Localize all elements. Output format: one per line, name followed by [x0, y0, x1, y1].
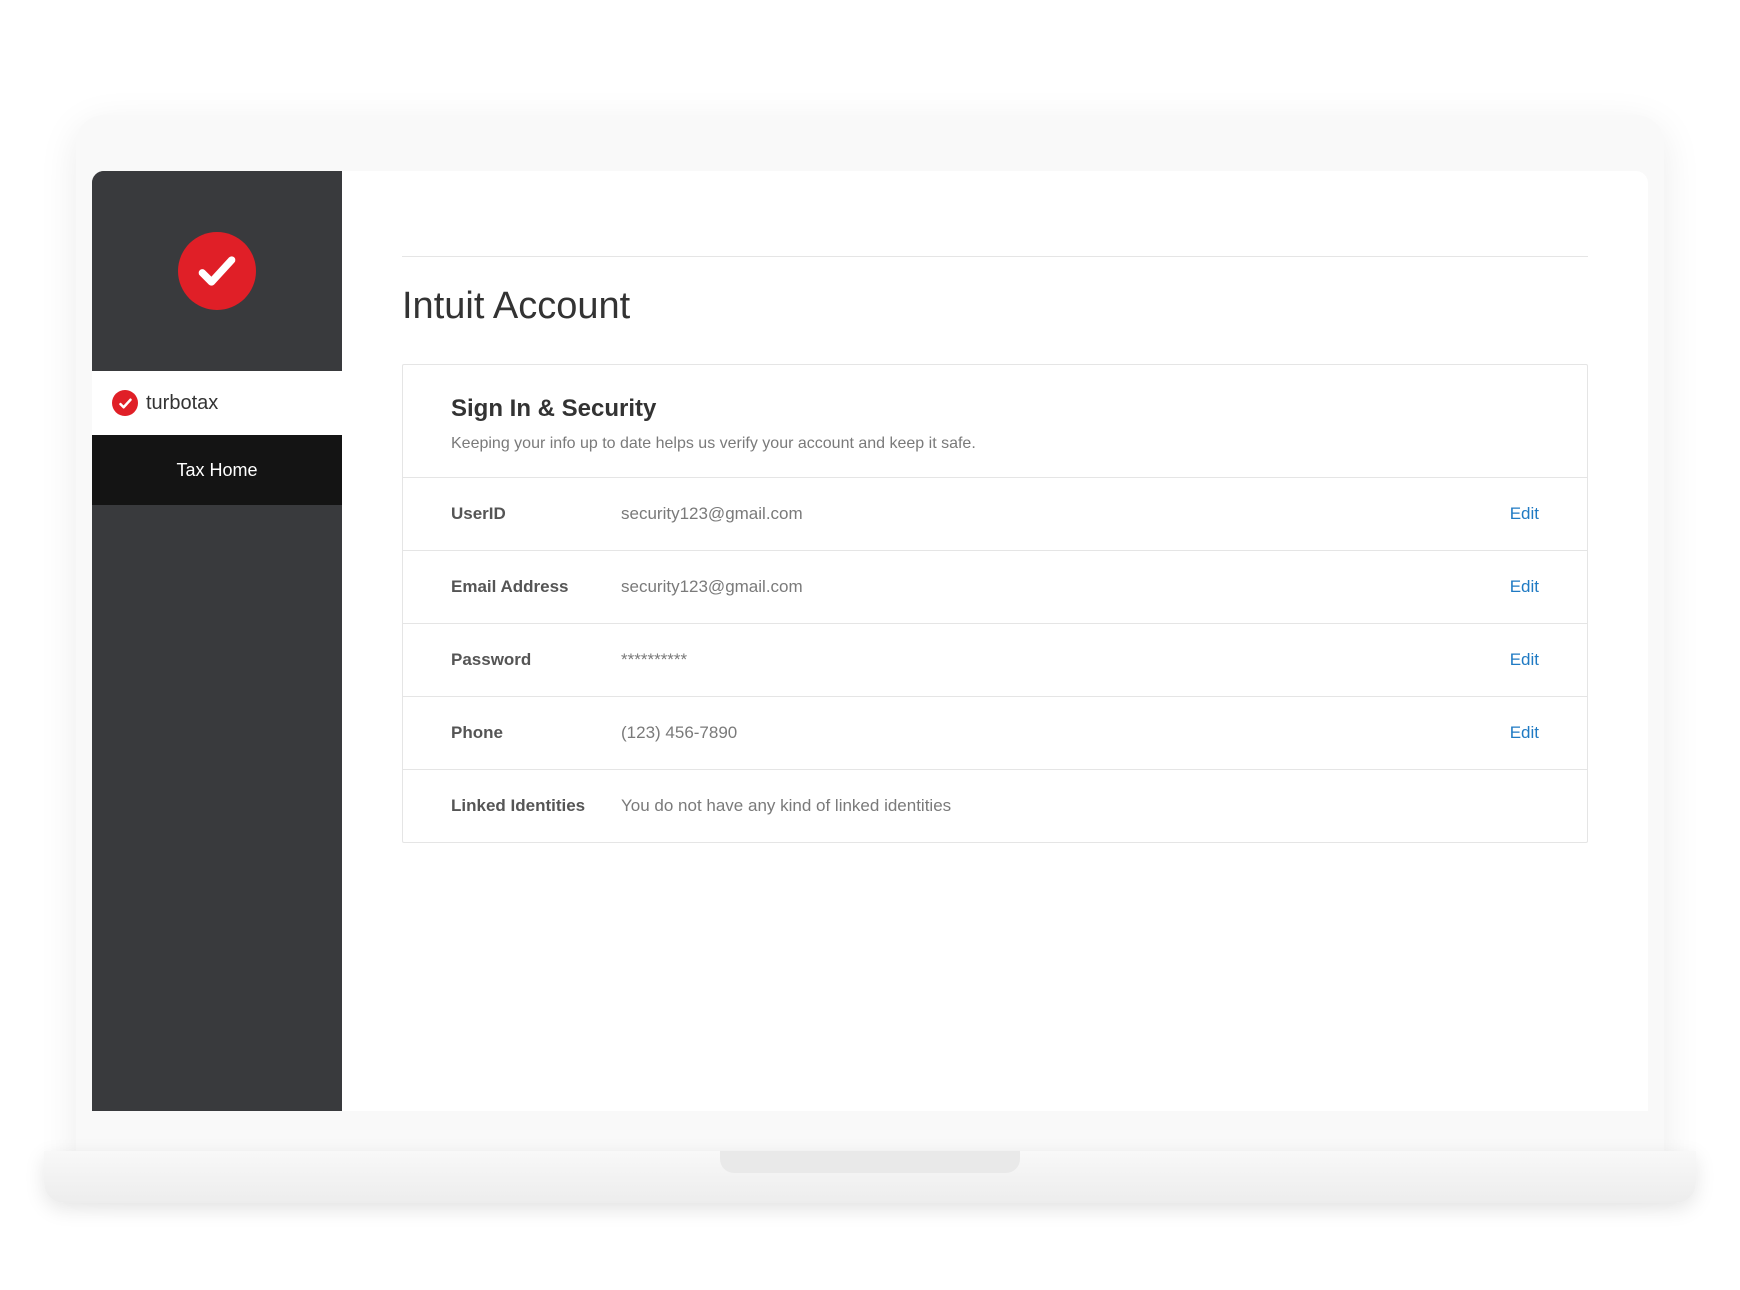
brand-row[interactable]: turbotax — [92, 371, 342, 435]
card-header: Sign In & Security Keeping your info up … — [403, 365, 1587, 478]
sidebar: turbotax Tax Home — [92, 171, 342, 1111]
row-value: You do not have any kind of linked ident… — [621, 796, 1539, 816]
row-label: UserID — [451, 504, 621, 524]
sidebar-item-tax-home[interactable]: Tax Home — [92, 435, 342, 505]
main-content: Intuit Account Sign In & Security Keepin… — [342, 171, 1648, 1111]
row-label: Password — [451, 650, 621, 670]
laptop-base — [44, 1151, 1696, 1203]
row-linked-identities: Linked Identities You do not have any ki… — [403, 770, 1587, 842]
row-value: security123@gmail.com — [621, 504, 1510, 524]
signin-security-card: Sign In & Security Keeping your info up … — [402, 364, 1588, 843]
sidebar-item-label: Tax Home — [176, 460, 257, 481]
edit-email-link[interactable]: Edit — [1510, 577, 1539, 597]
row-value: (123) 456-7890 — [621, 723, 1510, 743]
row-value: security123@gmail.com — [621, 577, 1510, 597]
row-userid: UserID security123@gmail.com Edit — [403, 478, 1587, 551]
edit-userid-link[interactable]: Edit — [1510, 504, 1539, 524]
row-value: ********** — [621, 650, 1510, 670]
row-password: Password ********** Edit — [403, 624, 1587, 697]
turbotax-logo-icon — [178, 232, 256, 310]
app-screen: turbotax Tax Home Intuit Account Sign In… — [92, 171, 1648, 1111]
row-email: Email Address security123@gmail.com Edit — [403, 551, 1587, 624]
laptop-frame: turbotax Tax Home Intuit Account Sign In… — [76, 115, 1664, 1175]
brand-text: turbotax — [146, 392, 218, 415]
row-label: Email Address — [451, 577, 621, 597]
page-title: Intuit Account — [402, 285, 1588, 328]
edit-password-link[interactable]: Edit — [1510, 650, 1539, 670]
card-title: Sign In & Security — [451, 395, 1539, 423]
laptop-notch — [720, 1151, 1020, 1173]
row-phone: Phone (123) 456-7890 Edit — [403, 697, 1587, 770]
sidebar-logo-block — [92, 171, 342, 371]
turbotax-mini-icon — [112, 390, 138, 416]
edit-phone-link[interactable]: Edit — [1510, 723, 1539, 743]
card-subtitle: Keeping your info up to date helps us ve… — [451, 435, 1539, 453]
row-label: Linked Identities — [451, 796, 621, 816]
top-divider — [402, 201, 1588, 257]
row-label: Phone — [451, 723, 621, 743]
